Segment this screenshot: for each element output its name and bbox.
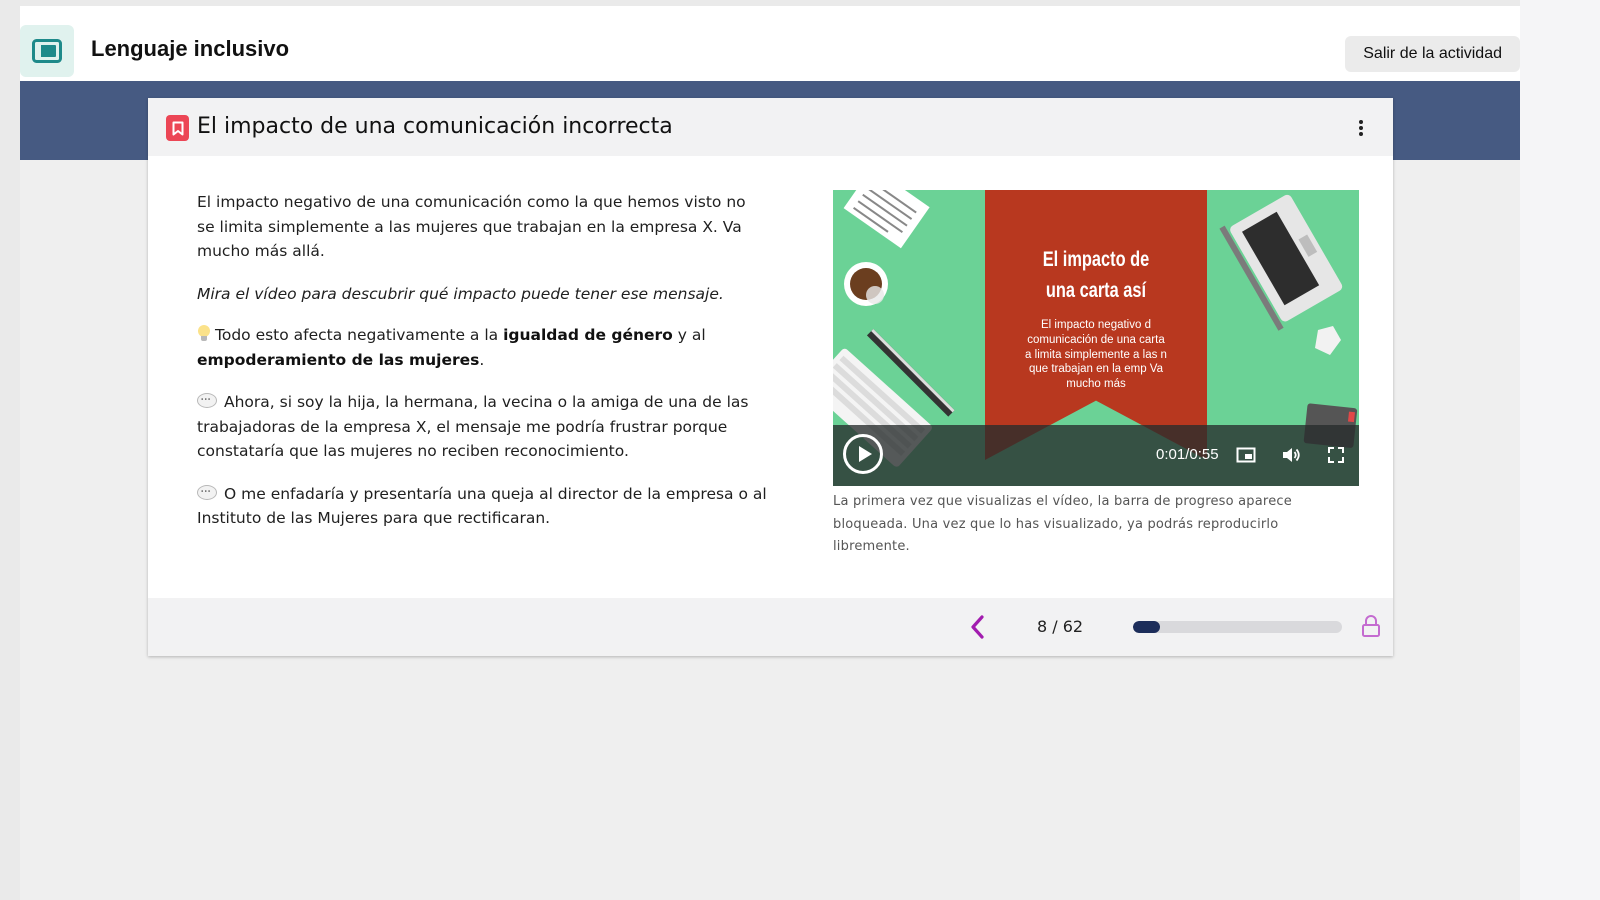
speech-bubble-icon (197, 480, 217, 504)
video-caption: La primera vez que visualizas el vídeo, … (833, 494, 1292, 554)
presentation-screen-icon (20, 25, 74, 77)
progress-bar (1133, 621, 1342, 633)
paragraph-gender-equality: Todo esto afecta negativamente a la igua… (197, 323, 767, 372)
lightbulb-icon (197, 325, 211, 342)
play-icon[interactable] (843, 434, 883, 474)
exit-activity-button[interactable]: Salir de la actividad (1345, 36, 1520, 72)
notepad-illustration (843, 190, 930, 249)
paragraph-text: O me enfadaría y presentaría una queja a… (197, 484, 767, 528)
video-title: El impacto de una carta así (1009, 244, 1182, 306)
video-time: 0:01/0:55 (1156, 446, 1219, 463)
video-title-line: El impacto de (1042, 248, 1150, 271)
right-gutter (1520, 0, 1600, 900)
lock-icon (1362, 615, 1380, 637)
paragraph-video-prompt: Mira el vídeo para descubrir qué impacto… (197, 284, 724, 303)
volume-icon[interactable] (1281, 445, 1301, 465)
video-title-line: una carta así (1045, 279, 1147, 302)
paragraph-text: Todo esto afecta negativamente a la (215, 326, 504, 344)
lesson-title: El impacto de una comunicación incorrect… (197, 114, 673, 139)
lesson-footer: 8 / 62 (148, 598, 1393, 656)
top-bar: Lenguaje inclusivo Salir de la actividad (20, 6, 1520, 82)
lesson-text: El impacto negativo de una comunicación … (197, 190, 767, 549)
video-controls: 0:01/0:55 (833, 425, 1359, 486)
chevron-left-icon[interactable] (966, 614, 990, 640)
bold-term-gender-equality: igualdad de género (503, 326, 673, 344)
paragraph-complaint: O me enfadaría y presentaría una queja a… (197, 480, 767, 531)
fullscreen-icon[interactable] (1326, 445, 1346, 465)
picture-in-picture-icon[interactable] (1236, 445, 1256, 465)
progress-fill (1133, 621, 1160, 633)
video-player[interactable]: El impacto de una carta así El impacto n… (833, 190, 1359, 486)
speech-bubble-icon (197, 388, 217, 413)
video-body-text: El impacto negativo d comunicación de un… (1025, 319, 1167, 391)
kebab-menu-icon[interactable] (1351, 118, 1371, 138)
lesson-header: El impacto de una comunicación incorrect… (148, 98, 1393, 156)
bold-term-empowerment: empoderamiento de las mujeres (197, 350, 480, 369)
paragraph-text: . (479, 350, 485, 369)
bookmark-icon (166, 115, 189, 141)
paragraph-text: Ahora, si soy la hija, la hermana, la ve… (197, 393, 749, 460)
app-title: Lenguaje inclusivo (91, 36, 290, 61)
paragraph-text: y al (672, 326, 706, 344)
paragraph-frustration: Ahora, si soy la hija, la hermana, la ve… (197, 388, 767, 464)
lesson-card: El impacto de una comunicación incorrect… (148, 98, 1393, 656)
page-counter: 8 / 62 (1037, 617, 1084, 636)
paragraph-intro: El impacto negativo de una comunicación … (197, 193, 746, 260)
